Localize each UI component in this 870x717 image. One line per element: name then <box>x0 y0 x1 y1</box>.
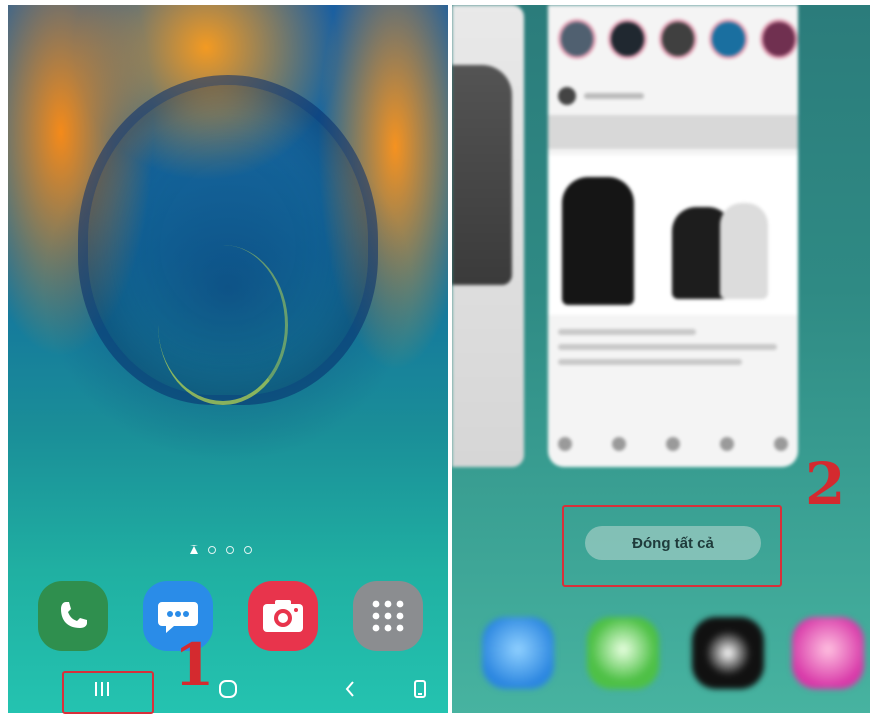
post-name-placeholder <box>584 93 644 99</box>
chat-bubble-icon <box>158 602 198 633</box>
page-indicator <box>190 545 252 554</box>
post-banner <box>548 115 798 149</box>
page-dot[interactable] <box>208 545 216 554</box>
story-avatar <box>759 19 798 59</box>
hoodie-light <box>720 203 768 299</box>
tutorial-image: 1 Đóng tất cả 2 <box>0 0 870 717</box>
page-dot[interactable] <box>226 545 234 554</box>
apps-drawer-icon[interactable] <box>353 581 423 651</box>
app-tab-bar <box>558 437 788 451</box>
post-caption-placeholder <box>558 329 788 374</box>
home-icon <box>219 680 237 698</box>
recent-app-card[interactable] <box>548 5 798 467</box>
story-avatar <box>709 19 748 59</box>
wallpaper-glow <box>158 245 288 405</box>
recent-apps-dock <box>452 617 870 697</box>
story-row <box>558 19 798 59</box>
screen-icon <box>414 680 426 698</box>
phone-icon <box>61 602 87 628</box>
page-dot[interactable] <box>244 545 252 554</box>
grid-icon <box>372 600 404 632</box>
home-page-dot[interactable] <box>190 545 198 554</box>
home-screen <box>8 5 448 713</box>
card-photo <box>452 65 512 285</box>
app-dock <box>38 581 423 651</box>
app-icon[interactable] <box>792 617 864 689</box>
app-icon[interactable] <box>587 617 659 689</box>
story-avatar <box>658 19 698 59</box>
back-button[interactable] <box>320 671 380 707</box>
tab-icon <box>612 437 626 451</box>
story-avatar <box>608 19 647 59</box>
camera-app-icon[interactable] <box>248 581 318 651</box>
back-icon <box>345 681 354 697</box>
app-icon[interactable] <box>482 617 554 689</box>
hoodie-black <box>562 177 634 305</box>
tab-icon <box>558 437 572 451</box>
tab-icon <box>720 437 734 451</box>
tiktok-app-icon[interactable] <box>692 617 764 689</box>
tab-icon <box>774 437 788 451</box>
step-number-1: 1 <box>174 631 215 699</box>
recent-apps-screen: Đóng tất cả <box>452 5 870 713</box>
recent-app-card-previous[interactable] <box>452 5 524 467</box>
recents-highlight-box <box>62 671 154 714</box>
tab-icon <box>666 437 680 451</box>
close-all-highlight-box <box>562 505 782 587</box>
screen-button[interactable] <box>390 671 448 707</box>
phone-app-icon[interactable] <box>38 581 108 651</box>
camera-icon <box>263 600 303 632</box>
post-avatar <box>558 87 576 105</box>
post-header <box>558 85 788 107</box>
step-number-2: 2 <box>805 450 846 518</box>
story-avatar <box>558 19 597 59</box>
post-image <box>548 155 798 315</box>
